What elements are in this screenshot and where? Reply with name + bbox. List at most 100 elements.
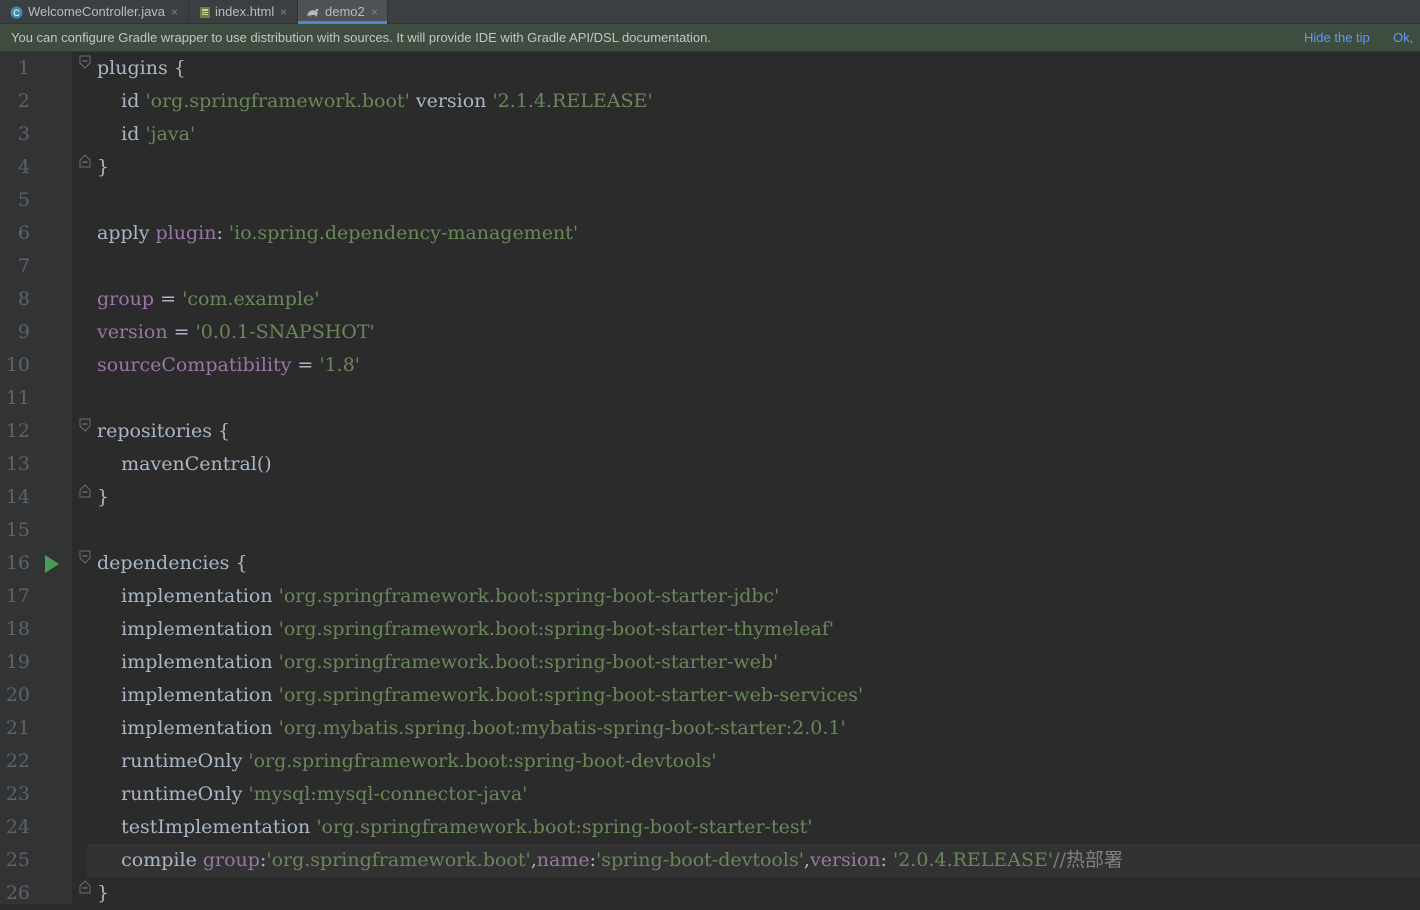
fold-end-icon[interactable] [78, 154, 92, 168]
code-line[interactable]: 9 version = '0.0.1-SNAPSHOT' [0, 316, 1420, 349]
code-line[interactable]: 16 dependencies { [0, 547, 1420, 580]
code-text: sourceCompatibility = '1.8' [97, 354, 361, 376]
fold-end-icon[interactable] [78, 880, 92, 894]
gradle-icon [307, 8, 319, 17]
tab-welcome-controller[interactable]: C WelcomeController.java × [0, 0, 189, 24]
code-line[interactable]: 17 implementation 'org.springframework.b… [0, 580, 1420, 613]
code-text: implementation 'org.mybatis.spring.boot:… [97, 717, 846, 739]
gradle-wrapper-tip-banner: You can configure Gradle wrapper to use … [0, 24, 1420, 52]
code-line[interactable]: 11 [0, 382, 1420, 415]
hide-tip-link[interactable]: Hide the tip [1304, 24, 1370, 51]
line-number: 15 [5, 519, 30, 541]
line-number: 18 [5, 618, 30, 640]
code-line[interactable]: 21 implementation 'org.mybatis.spring.bo… [0, 712, 1420, 745]
close-icon[interactable]: × [280, 0, 287, 24]
fold-collapse-icon[interactable] [78, 418, 92, 432]
line-number: 1 [17, 57, 30, 79]
code-text: mavenCentral() [97, 453, 272, 475]
line-number: 11 [5, 387, 30, 409]
code-line[interactable]: 1 plugins { [0, 52, 1420, 85]
code-text: runtimeOnly 'org.springframework.boot:sp… [97, 750, 717, 772]
code-text: implementation 'org.springframework.boot… [97, 585, 780, 607]
code-text: } [97, 882, 110, 904]
code-line[interactable]: 4} [0, 151, 1420, 184]
code-text: id 'java' [97, 123, 196, 145]
code-line[interactable]: 19 implementation 'org.springframework.b… [0, 646, 1420, 679]
code-line[interactable]: 25 compile group:'org.springframework.bo… [0, 844, 1420, 877]
code-text: implementation 'org.springframework.boot… [97, 651, 779, 673]
code-text: testImplementation 'org.springframework.… [97, 816, 813, 838]
code-line[interactable]: 6 apply plugin: 'io.spring.dependency-man… [0, 217, 1420, 250]
code-line[interactable]: 3 id 'java' [0, 118, 1420, 151]
tab-index-html[interactable]: index.html × [189, 0, 298, 24]
tab-label: WelcomeController.java [28, 4, 166, 19]
code-line[interactable]: 12 repositories { [0, 415, 1420, 448]
line-number: 9 [17, 321, 30, 343]
line-number: 13 [5, 453, 30, 475]
code-line[interactable]: 22 runtimeOnly 'org.springframework.boot… [0, 745, 1420, 778]
code-text: group = 'com.example' [97, 288, 320, 310]
code-line[interactable]: 26} [0, 877, 1420, 910]
code-text: dependencies { [97, 552, 248, 574]
code-line[interactable]: 13 mavenCentral() [0, 448, 1420, 481]
code-text: } [97, 156, 110, 178]
fold-collapse-icon[interactable] [78, 550, 92, 564]
close-icon[interactable]: × [371, 0, 378, 24]
close-icon[interactable]: × [171, 0, 178, 24]
code-line[interactable]: 14} [0, 481, 1420, 514]
tab-label: index.html [215, 4, 275, 19]
html-file-icon [200, 7, 210, 18]
line-number: 23 [5, 783, 30, 805]
tab-label: demo2 [325, 4, 365, 19]
tip-message: You can configure Gradle wrapper to use … [11, 30, 711, 45]
fold-collapse-icon[interactable] [78, 55, 92, 69]
line-number: 26 [5, 882, 30, 904]
code-text: id 'org.springframework.boot' version '2… [97, 90, 653, 112]
code-line[interactable]: 10 sourceCompatibility = '1.8' [0, 349, 1420, 382]
code-line[interactable]: 2 id 'org.springframework.boot' version … [0, 85, 1420, 118]
line-number: 19 [5, 651, 30, 673]
line-number: 2 [17, 90, 30, 112]
run-icon[interactable] [44, 555, 60, 573]
code-line[interactable]: 7 [0, 250, 1420, 283]
code-line[interactable]: 15 [0, 514, 1420, 547]
line-number: 14 [5, 486, 30, 508]
line-number: 22 [5, 750, 30, 772]
line-number: 3 [17, 123, 30, 145]
line-number: 4 [17, 156, 30, 178]
line-number: 12 [5, 420, 30, 442]
class-icon: C [10, 6, 23, 19]
code-text: repositories { [97, 420, 231, 442]
code-text: implementation 'org.springframework.boot… [97, 618, 835, 640]
code-text: compile group:'org.springframework.boot'… [97, 849, 1123, 871]
code-line[interactable]: 24 testImplementation 'org.springframewo… [0, 811, 1420, 844]
editor-tab-bar: C WelcomeController.java × index.html × … [0, 0, 1420, 24]
svg-text:C: C [13, 8, 20, 18]
line-number: 17 [5, 585, 30, 607]
line-number: 16 [5, 552, 30, 574]
fold-end-icon[interactable] [78, 484, 92, 498]
line-number: 6 [17, 222, 30, 244]
line-number: 24 [5, 816, 30, 838]
code-text: version = '0.0.1-SNAPSHOT' [97, 321, 375, 343]
ok-link[interactable]: Ok, [1393, 24, 1413, 51]
code-line[interactable]: 18 implementation 'org.springframework.b… [0, 613, 1420, 646]
code-text: apply plugin: 'io.spring.dependency-mana… [97, 222, 579, 244]
line-number: 8 [17, 288, 30, 310]
code-text: runtimeOnly 'mysql:mysql-connector-java' [97, 783, 528, 805]
line-number: 5 [17, 189, 30, 211]
code-editor[interactable]: 1 plugins { 2 id 'org.springframework.boot… [0, 52, 1420, 904]
tab-demo2[interactable]: demo2 × [298, 0, 388, 24]
code-line[interactable]: 5 [0, 184, 1420, 217]
code-text: } [97, 486, 110, 508]
code-line[interactable]: 8 group = 'com.example' [0, 283, 1420, 316]
code-text: plugins { [97, 57, 186, 79]
code-line[interactable]: 23 runtimeOnly 'mysql:mysql-connector-ja… [0, 778, 1420, 811]
line-number: 7 [17, 255, 30, 277]
code-text: implementation 'org.springframework.boot… [97, 684, 864, 706]
line-number: 21 [5, 717, 30, 739]
line-number: 10 [5, 354, 30, 376]
line-number: 20 [5, 684, 30, 706]
code-line[interactable]: 20 implementation 'org.springframework.b… [0, 679, 1420, 712]
line-number: 25 [5, 849, 30, 871]
